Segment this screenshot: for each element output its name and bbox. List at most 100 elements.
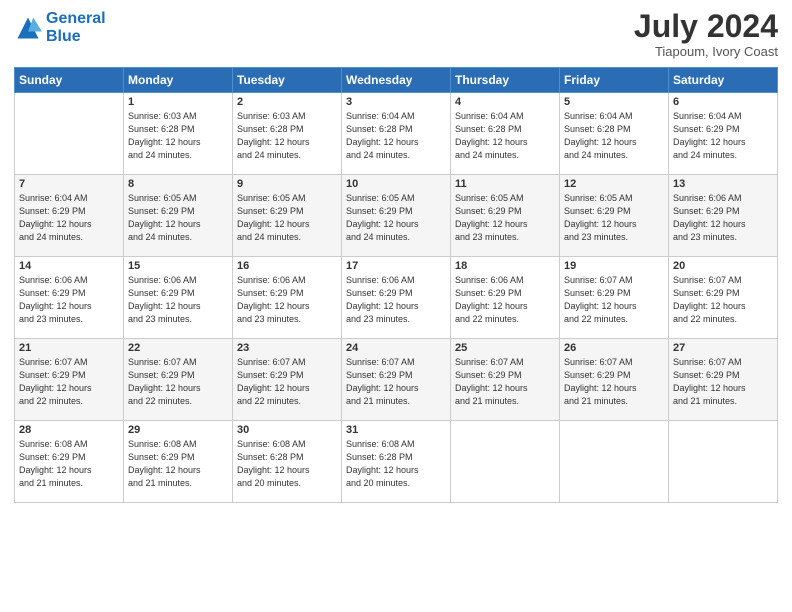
week-row-1: 1 Sunrise: 6:03 AMSunset: 6:28 PMDaylight… xyxy=(15,93,778,175)
calendar-cell: 10 Sunrise: 6:05 AMSunset: 6:29 PMDayligh… xyxy=(342,175,451,257)
calendar-cell xyxy=(451,421,560,503)
day-number: 12 xyxy=(564,178,664,190)
day-number: 6 xyxy=(673,96,773,108)
calendar-cell: 2 Sunrise: 6:03 AMSunset: 6:28 PMDaylight… xyxy=(233,93,342,175)
calendar-cell: 4 Sunrise: 6:04 AMSunset: 6:28 PMDaylight… xyxy=(451,93,560,175)
day-number: 17 xyxy=(346,260,446,272)
week-row-5: 28 Sunrise: 6:08 AMSunset: 6:29 PMDayligh… xyxy=(15,421,778,503)
calendar-cell: 3 Sunrise: 6:04 AMSunset: 6:28 PMDaylight… xyxy=(342,93,451,175)
day-number: 31 xyxy=(346,424,446,436)
day-number: 16 xyxy=(237,260,337,272)
calendar-cell: 15 Sunrise: 6:06 AMSunset: 6:29 PMDayligh… xyxy=(124,257,233,339)
calendar-cell: 22Sunrise: 6:07 AMSunset: 6:29 PMDayligh… xyxy=(124,339,233,421)
calendar-table: Sunday Monday Tuesday Wednesday Thursday… xyxy=(14,67,778,503)
logo-text: General Blue xyxy=(46,10,106,45)
day-number: 9 xyxy=(237,178,337,190)
day-info: Sunrise: 6:08 AMSunset: 6:28 PMDaylight:… xyxy=(346,438,446,490)
day-info: Sunrise: 6:08 AMSunset: 6:28 PMDaylight:… xyxy=(237,438,337,490)
day-info: Sunrise: 6:05 AMSunset: 6:29 PMDaylight:… xyxy=(237,192,337,244)
day-info: Sunrise: 6:04 AMSunset: 6:28 PMDaylight:… xyxy=(346,110,446,162)
day-info: Sunrise: 6:05 AMSunset: 6:29 PMDaylight:… xyxy=(564,192,664,244)
calendar-cell: 12 Sunrise: 6:05 AMSunset: 6:29 PMDayligh… xyxy=(560,175,669,257)
day-number: 19 xyxy=(564,260,664,272)
calendar-cell: 5 Sunrise: 6:04 AMSunset: 6:28 PMDaylight… xyxy=(560,93,669,175)
calendar-cell: 25 Sunrise: 6:07 AMSunset: 6:29 PMDayligh… xyxy=(451,339,560,421)
calendar-cell xyxy=(560,421,669,503)
day-info: Sunrise: 6:07 AMSunset: 6:29 PMDaylight:… xyxy=(346,356,446,408)
day-info: Sunrise: 6:04 AMSunset: 6:28 PMDaylight:… xyxy=(455,110,555,162)
day-info: Sunrise: 6:06 AMSunset: 6:29 PMDaylight:… xyxy=(346,274,446,326)
day-number: 7 xyxy=(19,178,119,190)
day-number: 20 xyxy=(673,260,773,272)
header-row: Sunday Monday Tuesday Wednesday Thursday… xyxy=(15,68,778,93)
day-info: Sunrise: 6:06 AMSunset: 6:29 PMDaylight:… xyxy=(673,192,773,244)
day-info: Sunrise: 6:05 AMSunset: 6:29 PMDaylight:… xyxy=(346,192,446,244)
calendar-cell: 27Sunrise: 6:07 AMSunset: 6:29 PMDayligh… xyxy=(669,339,778,421)
calendar-cell: 17 Sunrise: 6:06 AMSunset: 6:29 PMDayligh… xyxy=(342,257,451,339)
calendar-cell: 9 Sunrise: 6:05 AMSunset: 6:29 PMDaylight… xyxy=(233,175,342,257)
day-number: 21 xyxy=(19,342,119,354)
calendar-cell xyxy=(669,421,778,503)
day-info: Sunrise: 6:07 AMSunset: 6:29 PMDaylight:… xyxy=(237,356,337,408)
calendar-cell: 20 Sunrise: 6:07 AMSunset: 6:29 PMDayligh… xyxy=(669,257,778,339)
day-number: 2 xyxy=(237,96,337,108)
day-info: Sunrise: 6:06 AMSunset: 6:29 PMDaylight:… xyxy=(237,274,337,326)
calendar-cell: 7 Sunrise: 6:04 AMSunset: 6:29 PMDaylight… xyxy=(15,175,124,257)
week-row-2: 7 Sunrise: 6:04 AMSunset: 6:29 PMDaylight… xyxy=(15,175,778,257)
calendar-cell xyxy=(15,93,124,175)
day-number: 3 xyxy=(346,96,446,108)
day-number: 14 xyxy=(19,260,119,272)
logo: General Blue xyxy=(14,10,106,45)
day-number: 1 xyxy=(128,96,228,108)
col-tuesday: Tuesday xyxy=(233,68,342,93)
calendar-cell: 18Sunrise: 6:06 AMSunset: 6:29 PMDayligh… xyxy=(451,257,560,339)
calendar-cell: 24 Sunrise: 6:07 AMSunset: 6:29 PMDayligh… xyxy=(342,339,451,421)
day-number: 23 xyxy=(237,342,337,354)
day-info: Sunrise: 6:04 AMSunset: 6:29 PMDaylight:… xyxy=(673,110,773,162)
day-number: 4 xyxy=(455,96,555,108)
col-wednesday: Wednesday xyxy=(342,68,451,93)
day-info: Sunrise: 6:07 AMSunset: 6:29 PMDaylight:… xyxy=(564,274,664,326)
day-info: Sunrise: 6:05 AMSunset: 6:29 PMDaylight:… xyxy=(128,192,228,244)
day-info: Sunrise: 6:04 AMSunset: 6:29 PMDaylight:… xyxy=(19,192,119,244)
day-info: Sunrise: 6:07 AMSunset: 6:29 PMDaylight:… xyxy=(128,356,228,408)
calendar-cell: 23 Sunrise: 6:07 AMSunset: 6:29 PMDayligh… xyxy=(233,339,342,421)
day-number: 25 xyxy=(455,342,555,354)
day-info: Sunrise: 6:03 AMSunset: 6:28 PMDaylight:… xyxy=(128,110,228,162)
col-monday: Monday xyxy=(124,68,233,93)
day-info: Sunrise: 6:03 AMSunset: 6:28 PMDaylight:… xyxy=(237,110,337,162)
day-info: Sunrise: 6:06 AMSunset: 6:29 PMDaylight:… xyxy=(19,274,119,326)
logo-icon xyxy=(14,14,42,42)
day-number: 26 xyxy=(564,342,664,354)
day-number: 10 xyxy=(346,178,446,190)
day-info: Sunrise: 6:07 AMSunset: 6:29 PMDaylight:… xyxy=(673,274,773,326)
day-info: Sunrise: 6:04 AMSunset: 6:28 PMDaylight:… xyxy=(564,110,664,162)
col-sunday: Sunday xyxy=(15,68,124,93)
location: Tiapoum, Ivory Coast xyxy=(634,44,778,59)
day-number: 28 xyxy=(19,424,119,436)
day-info: Sunrise: 6:07 AMSunset: 6:29 PMDaylight:… xyxy=(455,356,555,408)
calendar-page: General Blue July 2024 Tiapoum, Ivory Co… xyxy=(0,0,792,612)
header: General Blue July 2024 Tiapoum, Ivory Co… xyxy=(14,10,778,59)
day-number: 30 xyxy=(237,424,337,436)
day-number: 5 xyxy=(564,96,664,108)
col-friday: Friday xyxy=(560,68,669,93)
day-number: 13 xyxy=(673,178,773,190)
calendar-cell: 6 Sunrise: 6:04 AMSunset: 6:29 PMDaylight… xyxy=(669,93,778,175)
calendar-cell: 30 Sunrise: 6:08 AMSunset: 6:28 PMDayligh… xyxy=(233,421,342,503)
day-info: Sunrise: 6:07 AMSunset: 6:29 PMDaylight:… xyxy=(564,356,664,408)
day-info: Sunrise: 6:08 AMSunset: 6:29 PMDaylight:… xyxy=(128,438,228,490)
calendar-cell: 28Sunrise: 6:08 AMSunset: 6:29 PMDayligh… xyxy=(15,421,124,503)
calendar-cell: 13 Sunrise: 6:06 AMSunset: 6:29 PMDayligh… xyxy=(669,175,778,257)
day-number: 24 xyxy=(346,342,446,354)
day-number: 27 xyxy=(673,342,773,354)
day-number: 18 xyxy=(455,260,555,272)
day-info: Sunrise: 6:07 AMSunset: 6:29 PMDaylight:… xyxy=(19,356,119,408)
day-info: Sunrise: 6:06 AMSunset: 6:29 PMDaylight:… xyxy=(128,274,228,326)
day-number: 11 xyxy=(455,178,555,190)
calendar-cell: 29Sunrise: 6:08 AMSunset: 6:29 PMDayligh… xyxy=(124,421,233,503)
day-info: Sunrise: 6:05 AMSunset: 6:29 PMDaylight:… xyxy=(455,192,555,244)
day-number: 8 xyxy=(128,178,228,190)
day-number: 15 xyxy=(128,260,228,272)
calendar-cell: 26 Sunrise: 6:07 AMSunset: 6:29 PMDayligh… xyxy=(560,339,669,421)
